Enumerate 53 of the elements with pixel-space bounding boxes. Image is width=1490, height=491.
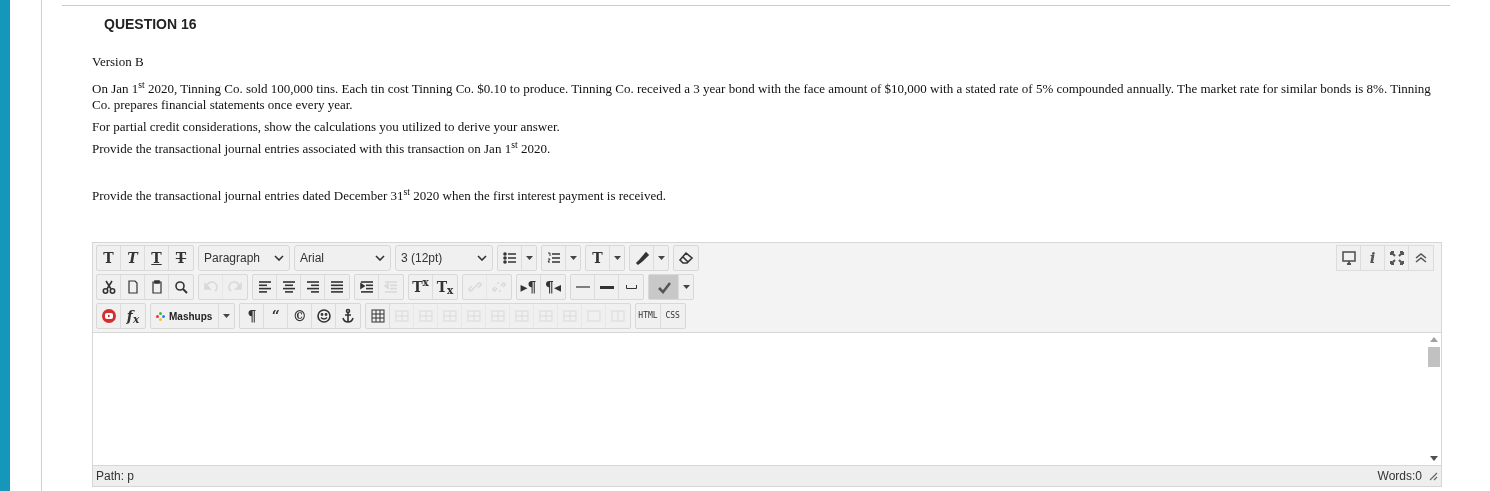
- text-color-button[interactable]: T: [586, 246, 610, 270]
- resize-handle-icon[interactable]: [1428, 471, 1438, 481]
- question-paragraph: Provide the transactional journal entries associated with this transaction on Jan 1$^{st}$ 2020.: [92, 141, 552, 157]
- monitor-icon: [1340, 250, 1357, 266]
- numbered-list-icon: [545, 250, 562, 266]
- format-button[interactable]: ▸¶: [517, 275, 541, 299]
- format-button[interactable]: T$^{x}$: [409, 275, 433, 299]
- bullet-list-icon: [501, 250, 518, 266]
- indent-icon: [358, 279, 375, 295]
- align-left-icon: [256, 279, 273, 295]
- eraser-icon: [678, 250, 694, 266]
- question-paragraph: For partial credit considerations, show the calculations you utilized to derive your answer.: [92, 119, 561, 135]
- format-button[interactable]: ¶◂: [541, 275, 565, 299]
- dropdown[interactable]: 3 (12pt): [396, 246, 492, 270]
- format-button[interactable]: ¶: [240, 304, 265, 328]
- scissors-icon: [100, 279, 117, 295]
- path-status: Path: p: [96, 468, 135, 485]
- word-count: Words:0: [1377, 468, 1422, 485]
- highlighter-icon: [633, 250, 650, 266]
- source-button[interactable]: HTML: [636, 304, 661, 328]
- fullscreen-icon: [1388, 250, 1405, 266]
- question-paragraph: Version B: [92, 54, 145, 70]
- format-button[interactable]: “: [264, 304, 289, 328]
- format-button[interactable]: ©: [288, 304, 313, 328]
- table-icon: [369, 308, 386, 324]
- scrollbar-thumb[interactable]: [1428, 347, 1440, 367]
- chevron-icon: [477, 255, 487, 261]
- question-paragraph: On Jan 1$^{st}$ 2020, Tinning Co. sold 100,000 tins. Each tin cost Tinning Co. $0.10 to produce. Tinning Co. received a 3 year bond with the face amount of $10,000 with a stated rate of 5% compounded annually. The market rate for similar bonds is 8%. Tinning Co. prepares financial statements once every year.: [92, 81, 1432, 113]
- format-button[interactable]: T$_{x}$: [433, 275, 457, 299]
- smiley-icon: [315, 308, 332, 324]
- dropdown[interactable]: Paragraph: [199, 246, 289, 270]
- question-paragraph: Provide the transactional journal entries dated December 31$^{st}$ 2020 when the first interest payment is received.: [92, 188, 667, 204]
- justify-icon: [329, 279, 345, 295]
- align-center-icon: [280, 279, 297, 295]
- source-button[interactable]: CSS: [660, 304, 685, 328]
- horizontal-line-icon: [575, 286, 590, 288]
- mashups-menu[interactable]: Mashups: [151, 304, 219, 328]
- dots-icon: [156, 311, 165, 321]
- scroll-up-icon[interactable]: [1430, 337, 1438, 342]
- thick-line-icon: [599, 285, 614, 289]
- align-right-icon: [304, 279, 321, 295]
- format-button[interactable]: f$_{x}$: [121, 304, 145, 328]
- scroll-down-icon[interactable]: [1430, 456, 1438, 461]
- question-title: QUESTION 16: [104, 15, 198, 34]
- video-icon: [100, 308, 117, 324]
- dropdown[interactable]: Arial: [295, 246, 390, 270]
- search-icon: [173, 279, 189, 295]
- spellcheck-button[interactable]: [649, 275, 679, 299]
- space-icon: [625, 285, 637, 289]
- chevron-icon: [274, 255, 284, 261]
- chevron-icon: [375, 255, 385, 261]
- anchor-icon: [340, 308, 357, 324]
- collapse-icon: [1413, 250, 1429, 266]
